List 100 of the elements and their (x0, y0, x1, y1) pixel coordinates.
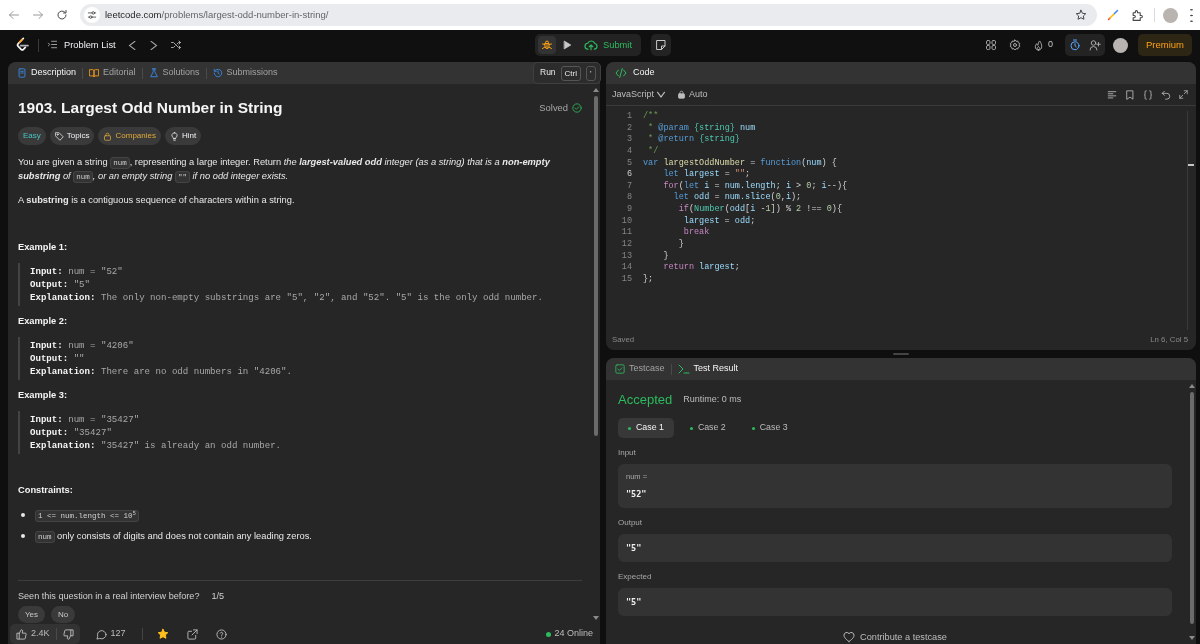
code-line: * @return {string} (647, 134, 740, 146)
note-icon[interactable] (650, 34, 671, 56)
value-text: "5" (626, 543, 642, 553)
line-number: 9 (625, 204, 632, 216)
solved-label: Solved (539, 101, 568, 115)
contribute-button[interactable]: Contribute a testcase (843, 630, 947, 644)
settings-icon[interactable] (1008, 39, 1021, 51)
hint-button[interactable]: Hint (164, 127, 202, 145)
language-dropdown[interactable]: JavaScript (612, 88, 666, 101)
topics-button[interactable]: Topics (49, 127, 95, 145)
bookmark-icon[interactable] (1125, 89, 1135, 100)
code-line: */ (647, 145, 659, 158)
case-tab[interactable]: Case 3 (741, 418, 798, 438)
companies-button[interactable]: Companies (98, 127, 161, 145)
history-icon (212, 68, 223, 78)
line-number: 1 (625, 111, 632, 123)
field-label: Expected (618, 571, 653, 583)
code-line: break (683, 227, 710, 240)
line-number: 7 (625, 180, 632, 193)
bookmark-star-icon[interactable] (1075, 9, 1087, 21)
puzzle-icon[interactable] (1131, 8, 1144, 22)
panel-tab[interactable]: Description (17, 67, 77, 79)
help-icon[interactable] (215, 628, 227, 640)
flame-icon[interactable] (1032, 39, 1044, 51)
pen-icon[interactable] (1107, 9, 1119, 21)
chevron-right-icon[interactable] (148, 40, 158, 50)
panel-title: Code (633, 67, 655, 79)
shuffle-icon[interactable] (169, 39, 182, 51)
reload-icon[interactable] (56, 9, 68, 21)
check-circle-icon (572, 103, 582, 113)
lock-icon (677, 90, 687, 99)
panel-tab[interactable]: Testcase (615, 363, 665, 375)
value-text: "5" (626, 597, 642, 607)
like-button[interactable]: 2.4K (10, 624, 56, 644)
auto-mode-button[interactable]: Auto (677, 88, 708, 101)
thumbs-down-icon (62, 628, 74, 640)
scroll-up-icon[interactable] (593, 88, 599, 92)
case-tab[interactable]: Case 1 (618, 418, 674, 438)
premium-button[interactable]: Premium (1138, 34, 1192, 56)
example-line: Explanation: "35427" is already an odd number. (30, 439, 283, 452)
example-heading: Example 2: (18, 315, 69, 328)
list-icon (47, 39, 58, 51)
checkbox-icon (615, 364, 625, 374)
add-user-icon[interactable] (1089, 39, 1101, 51)
scroll-up-icon[interactable] (1189, 384, 1195, 388)
panel-tab[interactable]: Test Result (677, 363, 739, 375)
code-line: for(let i = num.length; i > 0; i--){ (662, 180, 848, 192)
panel-tab[interactable]: Solutions (148, 67, 200, 79)
expand-icon[interactable] (1179, 90, 1188, 99)
problem-list-link[interactable]: Problem List (47, 38, 116, 52)
runtime-label: Runtime: 0 ms (683, 394, 742, 406)
submit-button[interactable]: Submit (578, 38, 638, 52)
external-link-icon[interactable] (186, 628, 198, 640)
undo-icon[interactable] (1161, 89, 1171, 100)
line-number: 10 (620, 215, 632, 228)
comment-icon (95, 628, 107, 640)
code-line: } (677, 239, 684, 251)
braces-icon[interactable] (1143, 89, 1153, 100)
line-number: 8 (625, 192, 632, 205)
lightbulb-icon (169, 131, 179, 141)
line-number: 3 (625, 134, 632, 146)
resize-handle[interactable] (893, 353, 909, 355)
site-info-icon[interactable] (84, 7, 100, 23)
bug-icon[interactable] (538, 36, 557, 54)
case-tab[interactable]: Case 2 (679, 418, 736, 438)
code-line: return largest; (662, 262, 740, 274)
survey-counter: 1/5 (211, 590, 225, 603)
answer-button[interactable]: No (51, 606, 76, 623)
book-icon (89, 68, 100, 78)
chevron-left-icon[interactable] (127, 40, 137, 50)
difficulty-tag: Easy (18, 127, 46, 145)
answer-button[interactable]: Yes (18, 606, 46, 623)
menu-icon[interactable] (1190, 8, 1193, 22)
streak-count: 0 (1047, 39, 1053, 51)
scroll-down-icon[interactable] (593, 616, 599, 620)
comments-button[interactable]: 127 (89, 624, 132, 644)
avatar[interactable] (1113, 37, 1128, 53)
star-icon[interactable] (156, 628, 169, 640)
line-number: 6 (625, 169, 632, 181)
code-line: if(Number(odd[i -1]) % 2 !== 0){ (677, 204, 843, 216)
logo-icon[interactable] (14, 37, 30, 53)
panel-tab[interactable]: Editorial (89, 67, 136, 79)
survey-question: Seen this question in a real interview before? (18, 590, 200, 603)
scrollbar-thumb[interactable] (594, 96, 598, 436)
stopwatch-icon[interactable] (1069, 39, 1081, 51)
thumbs-up-icon (16, 628, 27, 640)
panel-tab[interactable]: Submissions (212, 67, 278, 79)
online-count: 24 Online (554, 628, 593, 640)
grid-icon[interactable] (984, 39, 997, 51)
scroll-down-icon[interactable] (1189, 636, 1195, 640)
scrollbar-thumb[interactable] (1190, 392, 1194, 624)
chevron-down-icon (657, 90, 666, 99)
code-line: } (662, 250, 669, 263)
example-line: Input: num = "35427" (30, 413, 141, 426)
example-line: Output: "35427" (30, 426, 113, 439)
lock-icon (103, 131, 113, 141)
code-line: * @param {string} num (647, 122, 756, 134)
example-line: Input: num = "52" (30, 265, 124, 278)
address-bar[interactable]: leetcode.com/problems/largest-odd-number-in-string/ (80, 4, 1097, 26)
format-icon[interactable] (1107, 89, 1117, 100)
